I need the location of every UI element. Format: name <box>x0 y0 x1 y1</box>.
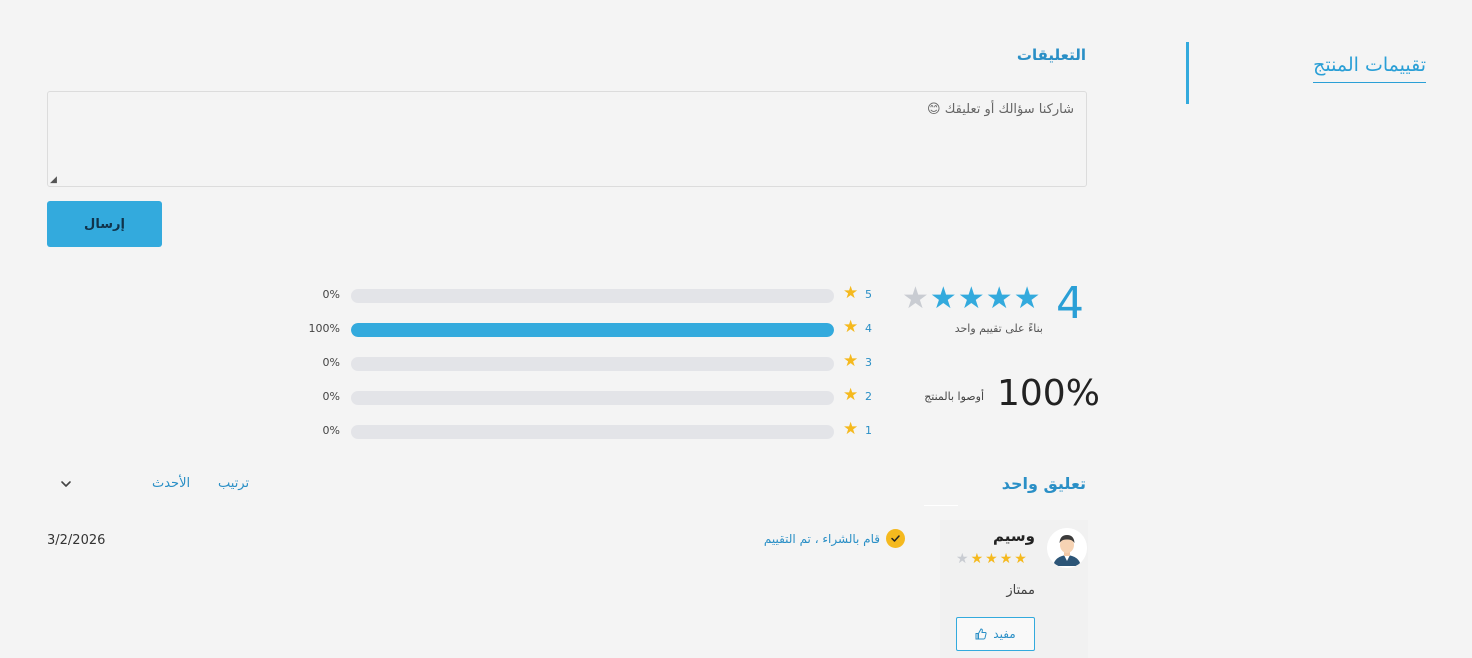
resize-handle-icon[interactable]: ◢ <box>50 175 57 185</box>
star-filled-icon: ★ <box>999 551 1013 567</box>
distribution-row: 0% ★ 5 <box>300 283 900 306</box>
review-date: 3/2/2026 <box>47 533 106 548</box>
star-filled-icon: ★ <box>929 281 957 316</box>
distribution-percent: 100% <box>308 322 340 335</box>
thumbs-up-icon <box>975 628 987 640</box>
star-filled-icon: ★ <box>957 281 985 316</box>
star-filled-icon: ★ <box>970 551 984 567</box>
helpful-label: مفيد <box>993 627 1016 641</box>
distribution-percent: 0% <box>322 288 340 301</box>
distribution-star-count: 1 <box>865 424 872 437</box>
based-on-text: بناءً على تقييم واحد <box>954 322 1043 335</box>
user-avatar-icon <box>1047 528 1087 568</box>
distribution-bar-fill <box>351 323 834 337</box>
sort-dropdown-value[interactable]: الأحدث <box>152 476 190 491</box>
comment-textarea[interactable]: شاركنا سؤالك أو تعليقك 😊 ◢ <box>47 91 1087 187</box>
star-filled-icon: ★ <box>1013 281 1041 316</box>
star-empty-icon: ★ <box>956 551 969 567</box>
chevron-down-icon[interactable] <box>60 478 72 490</box>
reviews-count-title: تعليق واحد <box>1001 474 1086 493</box>
distribution-percent: 0% <box>322 356 340 369</box>
distribution-row: 100% ★ 4 <box>300 317 900 340</box>
comment-placeholder: شاركنا سؤالك أو تعليقك 😊 <box>927 102 1074 117</box>
send-button[interactable]: إرسال <box>47 201 162 247</box>
helpful-button[interactable]: مفيد <box>956 617 1035 651</box>
distribution-row: 0% ★ 3 <box>300 351 900 374</box>
product-reviews-tab[interactable]: تقييمات المنتج <box>1186 42 1440 104</box>
star-icon: ★ <box>843 351 859 371</box>
distribution-percent: 0% <box>322 424 340 437</box>
verified-purchase-badge: قام بالشراء ، تم التقييم <box>764 529 905 548</box>
reviewer-name: وسيم <box>993 527 1035 545</box>
distribution-star-count: 5 <box>865 288 872 301</box>
distribution-star-count: 4 <box>865 322 872 335</box>
star-filled-icon: ★ <box>985 551 998 567</box>
average-rating: 4 <box>1056 278 1084 329</box>
star-icon: ★ <box>843 419 859 439</box>
distribution-row: 0% ★ 1 <box>300 419 900 442</box>
star-icon: ★ <box>843 283 859 303</box>
distribution-row: 0% ★ 2 <box>300 385 900 408</box>
star-filled-icon: ★ <box>1014 551 1027 567</box>
distribution-bar <box>351 289 834 303</box>
recommend-label: أوصوا بالمنتج <box>924 390 984 403</box>
distribution-percent: 0% <box>322 390 340 403</box>
average-rating-stars: ★ ★ ★ ★ ★ <box>902 284 1041 314</box>
verified-text: قام بالشراء ، تم التقييم <box>763 531 880 546</box>
comments-title: التعليقات <box>1016 46 1086 64</box>
star-empty-icon: ★ <box>902 281 929 316</box>
recommend-percent: 100% <box>997 373 1100 414</box>
star-icon: ★ <box>843 317 859 337</box>
distribution-star-count: 2 <box>865 390 872 403</box>
distribution-bar <box>351 391 834 405</box>
star-filled-icon: ★ <box>985 281 1013 316</box>
star-icon: ★ <box>843 385 859 405</box>
review-stars: ★ ★ ★ ★ ★ <box>956 552 1027 566</box>
sort-label: ترتيب <box>218 476 250 491</box>
review-text: ممتاز <box>1006 583 1035 598</box>
distribution-star-count: 3 <box>865 356 872 369</box>
product-reviews-tab-label: تقييمات المنتج <box>1313 54 1426 83</box>
distribution-bar <box>351 323 834 337</box>
avatar <box>1047 528 1087 568</box>
check-icon <box>886 529 905 548</box>
distribution-bar <box>351 357 834 371</box>
distribution-bar <box>351 425 834 439</box>
reviews-count-underline <box>924 505 958 506</box>
